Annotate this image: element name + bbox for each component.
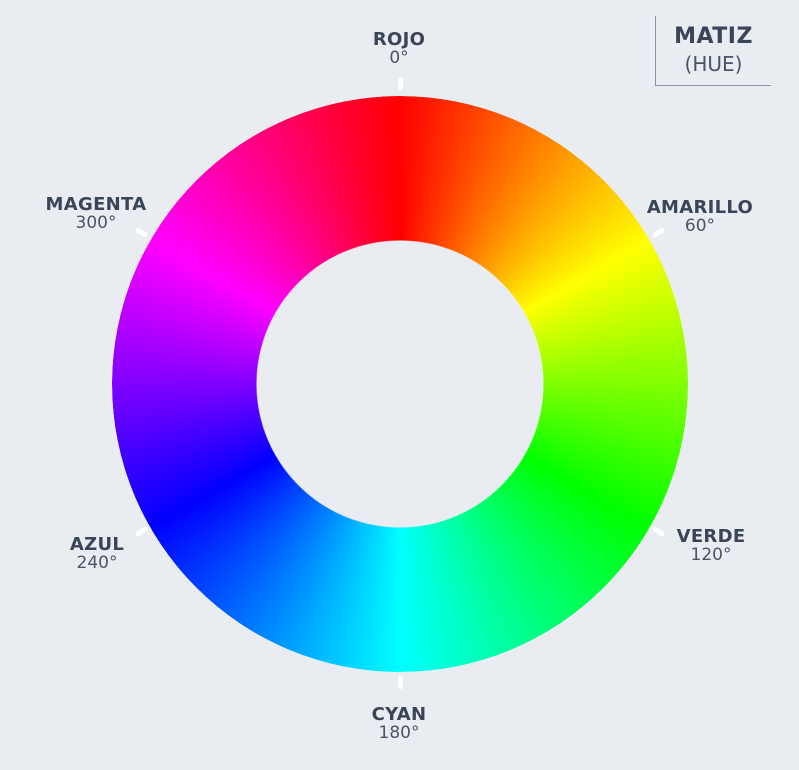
hue-degrees: 180°	[378, 722, 420, 743]
label-rojo: ROJO 0°	[373, 30, 425, 68]
label-magenta: MAGENTA 300°	[46, 195, 147, 233]
hue-degrees: 240°	[76, 552, 118, 573]
hue-degrees: 120°	[690, 544, 732, 565]
hue-degrees: 300°	[75, 212, 117, 233]
hue-degrees: 0°	[389, 47, 409, 68]
hue-ring	[112, 96, 688, 672]
title-subtitle: (HUE)	[684, 52, 743, 76]
hue-degrees: 60°	[684, 215, 716, 236]
label-cyan: CYAN 180°	[372, 705, 427, 743]
label-verde: VERDE 120°	[677, 527, 746, 565]
tick-cyan	[397, 675, 403, 689]
title-box: MATIZ (HUE)	[655, 16, 771, 86]
label-amarillo: AMARILLO 60°	[647, 198, 753, 236]
title-main: MATIZ	[674, 24, 753, 49]
label-azul: AZUL 240°	[70, 535, 124, 573]
hue-wheel	[112, 96, 688, 672]
tick-rojo	[397, 76, 403, 90]
